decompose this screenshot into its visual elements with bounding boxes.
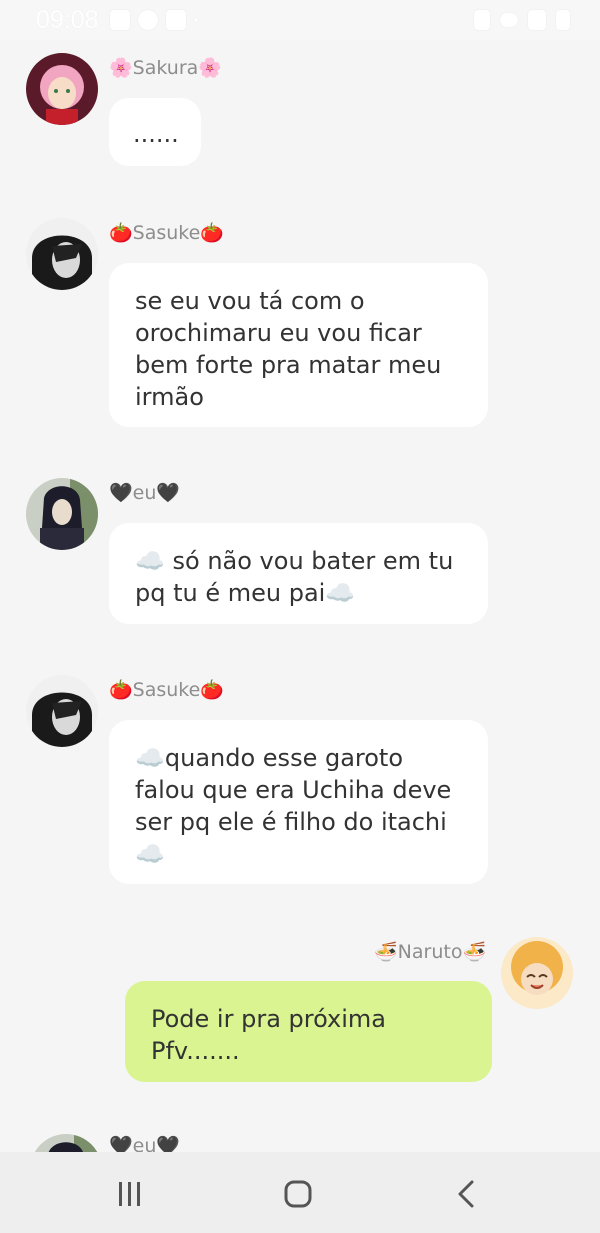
sender-name: 🖤eu🖤 [109, 1135, 181, 1152]
message-bubble[interactable]: se eu vou tá com o orochimaru eu vou fic… [109, 263, 488, 427]
message-bubble[interactable]: ...... [109, 98, 201, 166]
wifi-icon [500, 13, 518, 27]
avatar[interactable] [501, 937, 573, 1009]
signal-icon [528, 10, 546, 30]
message-bubble[interactable]: ☁️quando esse garoto falou que era Uchih… [109, 720, 488, 884]
chat-thread[interactable]: 🌸Sakura🌸 ...... 🍅Sasuke🍅 se eu vou tá co… [0, 40, 600, 1152]
gallery-icon [110, 10, 130, 30]
recents-icon[interactable] [110, 1174, 150, 1214]
status-time: 09:08 [36, 6, 99, 34]
avatar[interactable] [26, 675, 98, 747]
status-right-icons [474, 10, 570, 30]
status-left-icons [110, 10, 198, 30]
sender-name: 🍜Naruto🍜 [374, 941, 487, 963]
message-bubble[interactable]: ☁️ só não vou bater em tu pq tu é meu pa… [109, 523, 488, 624]
avatar[interactable] [30, 1134, 102, 1152]
avatar[interactable] [26, 218, 98, 290]
avatar[interactable] [26, 53, 98, 125]
sender-name: 🍅Sasuke🍅 [109, 222, 224, 244]
mute-icon [474, 10, 490, 30]
message-icon [166, 10, 186, 30]
avatar[interactable] [26, 478, 98, 550]
navigation-bar [0, 1152, 600, 1233]
dot-icon [194, 18, 198, 22]
sender-name: 🌸Sakura🌸 [109, 57, 222, 79]
message-bubble[interactable]: Pode ir pra próxima Pfv....... [125, 981, 492, 1082]
battery-icon [556, 10, 570, 30]
sync-icon [138, 10, 158, 30]
sender-name: 🍅Sasuke🍅 [109, 679, 224, 701]
back-icon[interactable] [446, 1174, 486, 1214]
sender-name: 🖤eu🖤 [109, 482, 181, 504]
status-bar: 09:08 [0, 0, 600, 40]
home-icon[interactable] [278, 1174, 318, 1214]
